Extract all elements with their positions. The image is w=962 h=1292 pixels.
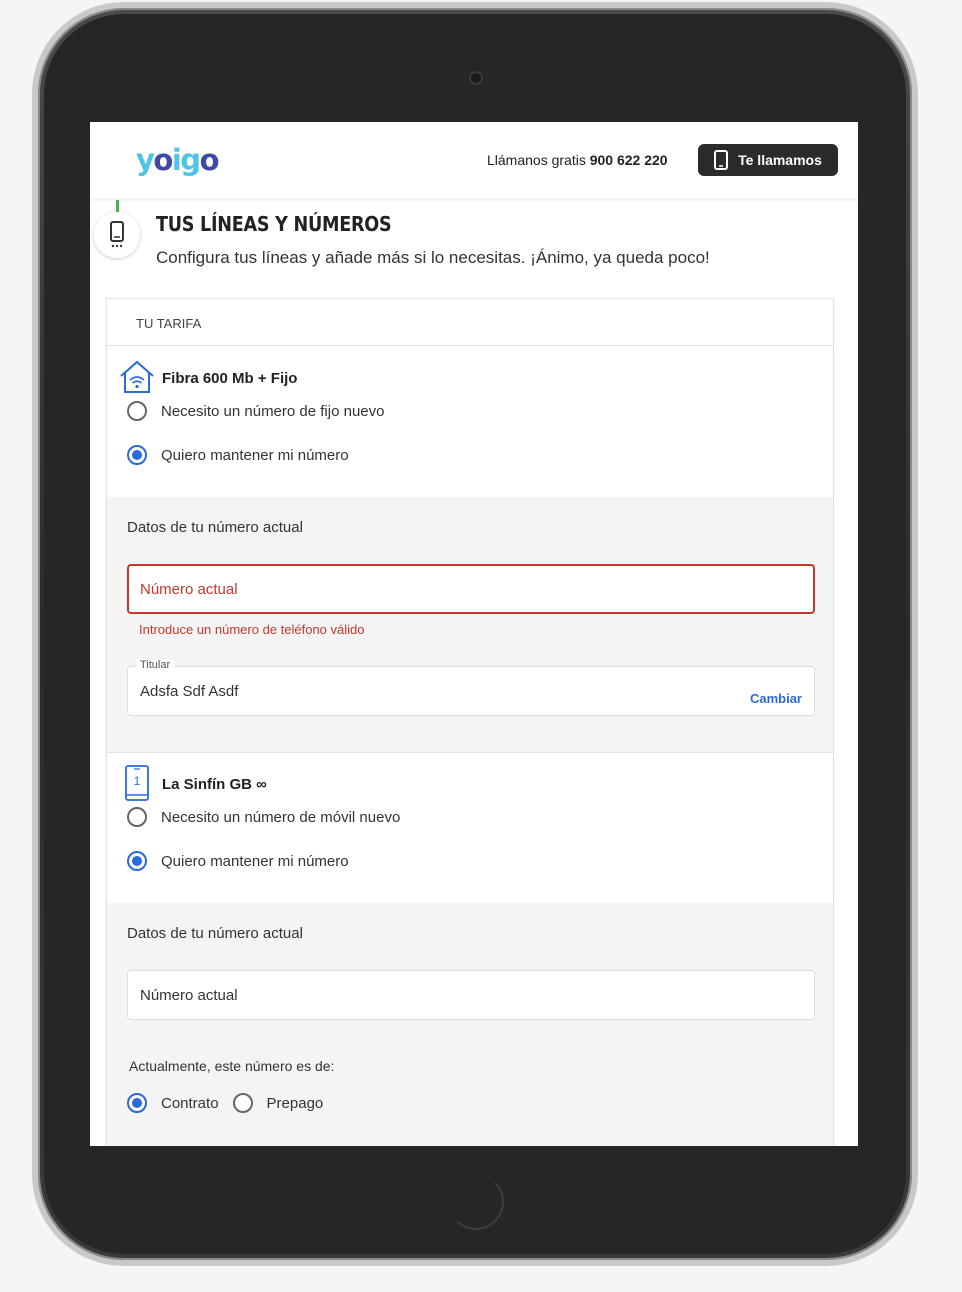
mobile-option-new-label: Necesito un número de móvil nuevo [161,808,401,826]
number-type-label: Actualmente, este número es de: [129,1058,335,1074]
fiber-option-keep[interactable]: Quiero mantener mi número [127,445,349,465]
mobile-line-number: 1 [134,774,141,788]
number-type-options: Contrato Prepago [127,1093,323,1113]
fiber-details-label: Datos de tu número actual [127,519,303,536]
callback-button-label: Te llamamos [738,152,822,168]
holder-legend: Titular [136,659,175,671]
fiber-details-panel: Datos de tu número actual Número actual … [107,497,833,752]
call-free-text: Llámanos gratis 900 622 220 [487,152,668,168]
fiber-number-input[interactable]: Número actual [127,564,815,614]
prepaid-radio[interactable] [232,1093,253,1113]
phone-icon [714,150,729,170]
holder-value: Adsfa Sdf Asdf [140,683,239,700]
logo-text: yoigo [136,143,219,177]
mobile-details-panel: Datos de tu número actual Número actual … [107,903,833,1146]
mobile-phone-icon [110,221,124,248]
mobile-option-new[interactable]: Necesito un número de móvil nuevo [127,807,400,827]
mobile-line-icon: 1 [125,765,149,801]
contract-radio[interactable] [127,1093,147,1113]
call-prefix: Llámanos gratis [487,152,586,168]
call-number[interactable]: 900 622 220 [590,152,668,168]
mobile-number-placeholder: Número actual [140,987,238,1004]
top-bar: yoigo Llámanos gratis 900 622 220 Te lla… [90,122,858,198]
mobile-number-input[interactable]: Número actual [127,970,815,1020]
fiber-option-keep-label: Quiero mantener mi número [161,446,349,464]
fiber-radio-new[interactable] [127,401,147,421]
house-wifi-icon [120,360,154,393]
camera-icon [469,71,483,85]
holder-field[interactable]: Titular Adsfa Sdf Asdf Cambiar [127,659,815,716]
step-icon [94,212,140,258]
mobile-radio-new[interactable] [127,807,147,827]
fiber-title: Fibra 600 Mb + Fijo [162,370,298,387]
change-holder-link[interactable]: Cambiar [750,691,802,706]
fiber-option-new-label: Necesito un número de fijo nuevo [161,402,385,420]
fiber-number-error: Introduce un número de teléfono válido [139,622,365,637]
mobile-title: La Sinfín GB ∞ [162,776,267,793]
mobile-option-keep[interactable]: Quiero mantener mi número [127,851,349,871]
card-header: TU TARIFA [107,299,833,346]
section-title: TUS LÍNEAS Y NÚMEROS [156,212,392,236]
mobile-radio-keep[interactable] [127,851,147,871]
tariff-card: TU TARIFA Fibra 600 Mb + Fijo Necesito u… [106,298,834,1146]
yoigo-logo[interactable]: yoigo [136,140,228,180]
section-subtitle: Configura tus líneas y añade más si lo n… [156,248,710,267]
screen: yoigo Llámanos gratis 900 622 220 Te lla… [90,122,858,1146]
fiber-radio-keep[interactable] [127,445,147,465]
mobile-details-label: Datos de tu número actual [127,925,303,942]
card-header-label: TU TARIFA [136,316,202,331]
mobile-option-keep-label: Quiero mantener mi número [161,852,349,870]
contract-label[interactable]: Contrato [161,1095,219,1112]
progress-line [116,200,119,212]
prepaid-label[interactable]: Prepago [267,1095,324,1112]
divider [107,752,833,753]
fiber-number-placeholder: Número actual [140,581,238,598]
fiber-option-new[interactable]: Necesito un número de fijo nuevo [127,401,384,421]
callback-button[interactable]: Te llamamos [698,144,838,176]
home-button[interactable] [448,1174,504,1230]
